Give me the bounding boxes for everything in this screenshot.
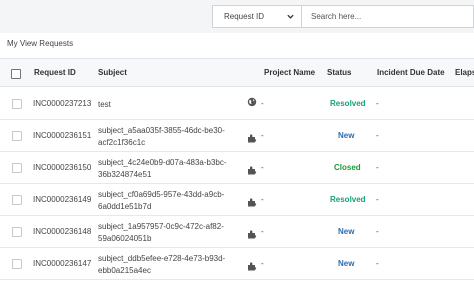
subject-line-2: 59a06024051b bbox=[98, 234, 152, 243]
column-header-project-name[interactable]: Project Name bbox=[264, 68, 315, 77]
row-checkbox[interactable] bbox=[12, 259, 22, 269]
toolbar: Request ID Search here... bbox=[0, 0, 474, 33]
subject[interactable]: subject_4c24e0b9-d07a-483a-b3bc- 36b3248… bbox=[98, 157, 227, 181]
column-header-elapsed[interactable]: Elaps bbox=[455, 68, 474, 77]
subject-line-2: 36b324874e51 bbox=[98, 170, 152, 179]
status-badge: Closed bbox=[334, 163, 361, 172]
request-id[interactable]: INC0000236149 bbox=[33, 195, 91, 204]
request-id[interactable]: INC0000236147 bbox=[33, 259, 91, 268]
subject-line-2: acf2c1f36c1c bbox=[98, 138, 146, 147]
puzzle-icon bbox=[248, 262, 257, 271]
request-id[interactable]: INC0000236150 bbox=[33, 163, 91, 172]
subject-line-1: subject_ddb5efee-e728-4e73-b93d- bbox=[98, 254, 226, 263]
subject-line-1: subject_4c24e0b9-d07a-483a-b3bc- bbox=[98, 158, 227, 167]
table-row[interactable]: INC0000237213 test - Resolved - bbox=[0, 88, 474, 120]
subject-line-1: subject_a5aa035f-3855-46dc-be30- bbox=[98, 126, 225, 135]
subject[interactable]: subject_ddb5efee-e728-4e73-b93d- ebb0a21… bbox=[98, 253, 225, 277]
subject-line-1: test bbox=[98, 100, 111, 109]
select-all-checkbox[interactable] bbox=[11, 69, 21, 79]
puzzle-icon bbox=[248, 134, 257, 143]
search-placeholder: Search here... bbox=[311, 12, 362, 21]
status-badge: New bbox=[338, 227, 355, 236]
row-checkbox[interactable] bbox=[12, 131, 22, 141]
column-header-status[interactable]: Status bbox=[327, 68, 351, 77]
status-badge: New bbox=[338, 259, 355, 268]
globe-icon bbox=[247, 97, 257, 107]
incident-due-date: - bbox=[376, 259, 379, 268]
request-id[interactable]: INC0000236148 bbox=[33, 227, 91, 236]
puzzle-icon bbox=[248, 230, 257, 239]
column-header-subject[interactable]: Subject bbox=[98, 68, 127, 77]
incident-due-date: - bbox=[376, 131, 379, 140]
subject-line-2: ebb0a215a4ec bbox=[98, 266, 151, 275]
status-badge: New bbox=[338, 131, 355, 140]
project-name: - bbox=[261, 99, 264, 108]
project-name: - bbox=[261, 227, 264, 236]
project-name: - bbox=[261, 259, 264, 268]
subject[interactable]: subject_a5aa035f-3855-46dc-be30- acf2c1f… bbox=[98, 125, 225, 149]
subject-line-2: 6a0dd1e51b7d bbox=[98, 202, 152, 211]
subject[interactable]: subject_cf0a69d5-957e-43dd-a9cb- 6a0dd1e… bbox=[98, 189, 224, 213]
subject[interactable]: subject_1a957957-0c9c-472c-af82- 59a0602… bbox=[98, 221, 224, 245]
subject-line-1: subject_cf0a69d5-957e-43dd-a9cb- bbox=[98, 190, 225, 199]
search-input[interactable]: Search here... bbox=[302, 5, 474, 28]
project-name: - bbox=[261, 131, 264, 140]
row-checkbox[interactable] bbox=[12, 163, 22, 173]
table-row[interactable]: INC0000236147 subject_ddb5efee-e728-4e73… bbox=[0, 248, 474, 280]
filter-field-value: Request ID bbox=[224, 12, 265, 21]
incident-due-date: - bbox=[376, 99, 379, 108]
status-badge: Resolved bbox=[330, 99, 366, 108]
table-row[interactable]: INC0000236149 subject_cf0a69d5-957e-43dd… bbox=[0, 184, 474, 216]
row-checkbox[interactable] bbox=[12, 99, 22, 109]
column-header-request-id[interactable]: Request ID bbox=[34, 68, 76, 77]
table-row[interactable]: INC0000236151 subject_a5aa035f-3855-46dc… bbox=[0, 120, 474, 152]
subject-line-1: subject_1a957957-0c9c-472c-af82- bbox=[98, 222, 224, 231]
project-name: - bbox=[261, 195, 264, 204]
row-checkbox[interactable] bbox=[12, 227, 22, 237]
table-header: Request ID Subject Project Name Status I… bbox=[0, 58, 474, 87]
incident-due-date: - bbox=[376, 227, 379, 236]
chevron-down-icon bbox=[287, 14, 294, 19]
column-header-incident-due-date[interactable]: Incident Due Date bbox=[377, 68, 445, 77]
filter-field-select[interactable]: Request ID bbox=[212, 5, 302, 28]
table-row[interactable]: INC0000236148 subject_1a957957-0c9c-472c… bbox=[0, 216, 474, 248]
row-checkbox[interactable] bbox=[12, 195, 22, 205]
project-name: - bbox=[261, 163, 264, 172]
puzzle-icon bbox=[248, 198, 257, 207]
request-id[interactable]: INC0000237213 bbox=[33, 99, 91, 108]
subject[interactable]: test bbox=[98, 99, 111, 111]
incident-due-date: - bbox=[376, 163, 379, 172]
table-row[interactable]: INC0000236150 subject_4c24e0b9-d07a-483a… bbox=[0, 152, 474, 184]
puzzle-icon bbox=[248, 166, 257, 175]
page-title: My View Requests bbox=[7, 39, 74, 48]
request-id[interactable]: INC0000236151 bbox=[33, 131, 91, 140]
status-badge: Resolved bbox=[330, 195, 366, 204]
incident-due-date: - bbox=[376, 195, 379, 204]
